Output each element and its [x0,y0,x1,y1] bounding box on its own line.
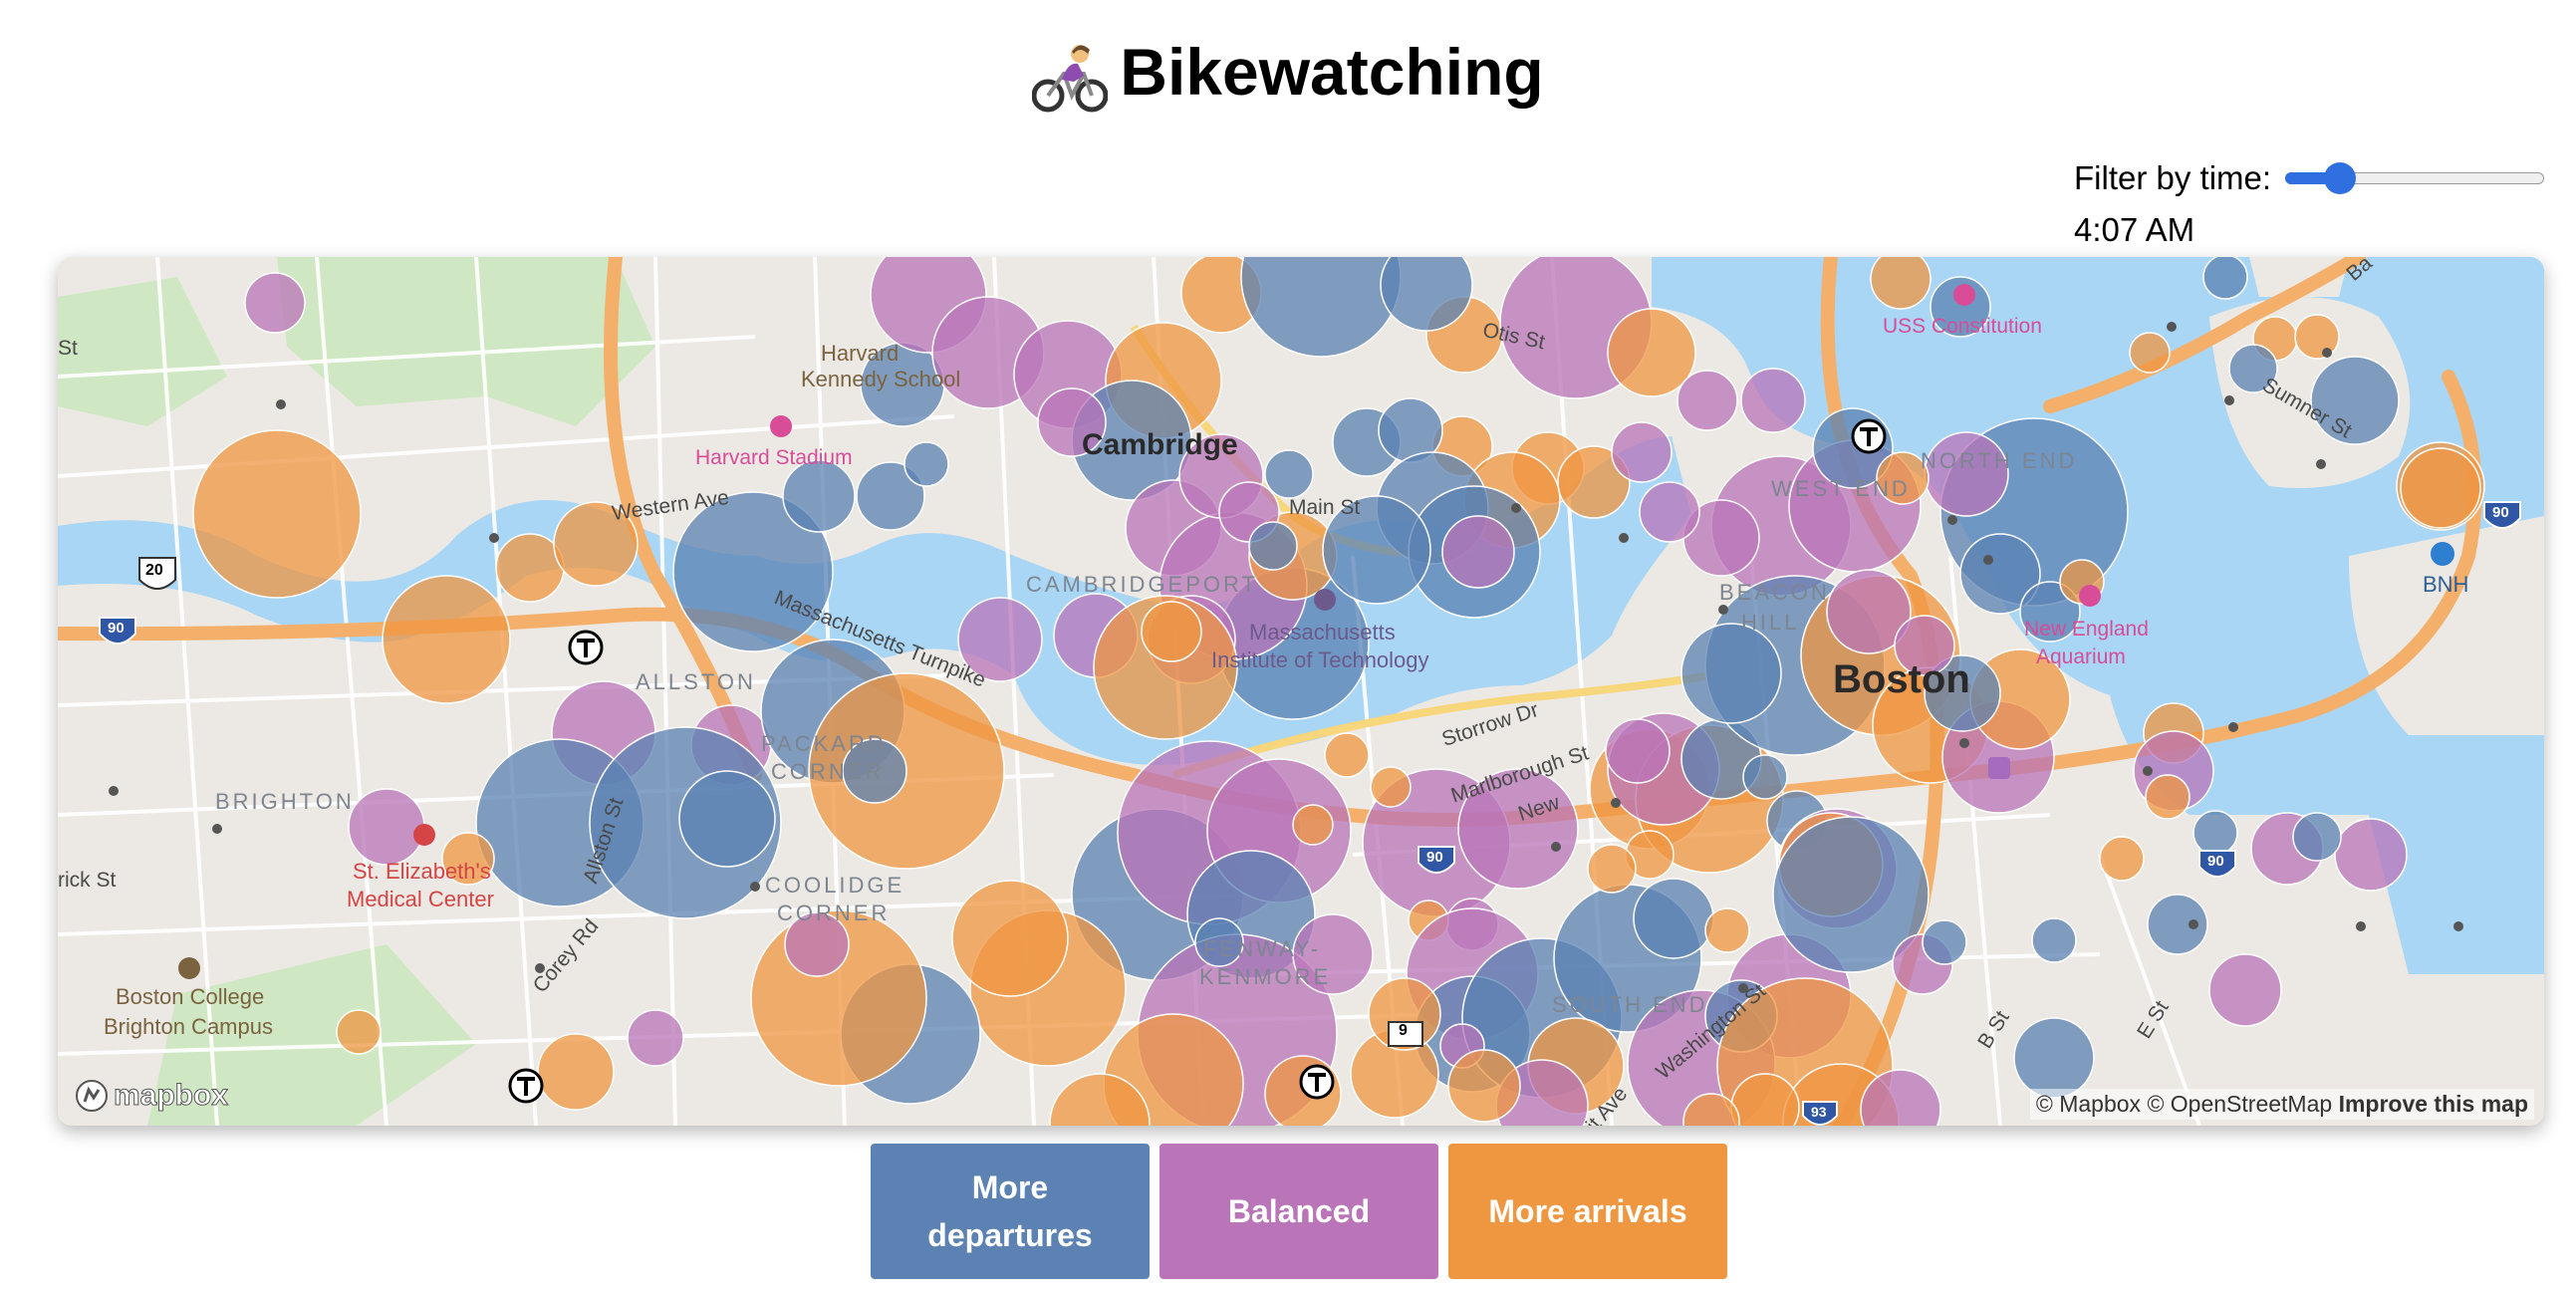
legend: More departures Balanced More arrivals [871,1144,1727,1279]
label-cambridge: Cambridge [1082,428,1238,461]
label-harvard-stadium: Harvard Stadium [695,446,853,469]
mapbox-logo-icon [76,1080,108,1112]
legend-more-departures: More departures [871,1144,1150,1279]
label-brighton: BRIGHTON [215,789,355,814]
attribution-mapbox-link[interactable]: © Mapbox [2036,1091,2141,1117]
basemap[interactable] [58,257,2544,1126]
label-kennedy-school: Kennedy School [801,367,961,391]
hwy-90-label-b: 90 [1426,849,1443,866]
hwy-93-label: 93 [1811,1104,1827,1120]
hwy-90-label-c: 90 [2207,853,2224,870]
label-cambridgeport: CAMBRIDGEPORT [1026,572,1258,597]
filter-label: Filter by time: [2074,159,2272,196]
label-boston: Boston [1833,657,1970,701]
label-main-st: Main St [1289,496,1361,519]
woman-biking-icon [1032,44,1109,113]
page-title: Bikewatching [0,22,2576,122]
mapbox-logo-text: mapbox [113,1079,229,1113]
time-slider[interactable] [2285,162,2545,194]
label-bc-1: Boston College [116,984,265,1009]
label-west-end: WEST END [1771,476,1911,501]
label-corner: CORNER [771,759,885,784]
label-ne-aquarium-2: Aquarium [2036,646,2126,668]
selected-time: 4:07 AM [2074,211,2195,248]
label-south-end: SOUTH END [1552,992,1708,1017]
label-rick-st: rick St [58,869,117,892]
map-attribution: © Mapbox © OpenStreetMap Improve this ma… [2029,1089,2534,1120]
label-st-elizabeth-2: Medical Center [347,887,494,911]
legend-more-arrivals: More arrivals [1448,1144,1727,1279]
label-kenmore: KENMORE [1199,964,1332,989]
label-allston: ALLSTON [636,669,756,694]
time-filter: Filter by time: 4:07 AM [2074,159,2545,249]
label-st-elizabeth-1: St. Elizabeth's [353,859,491,884]
map[interactable]: ALLSTON BRIGHTON CAMBRIDGEPORT FENWAY- K… [58,257,2544,1126]
mapbox-logo[interactable]: mapbox [74,1078,229,1114]
label-bc-2: Brighton Campus [104,1014,273,1039]
slider-thumb[interactable] [2323,162,2356,194]
label-coolidge-corner: CORNER [777,901,891,925]
label-ne-aquarium-1: New England [2024,618,2149,641]
page-title-text: Bikewatching [1120,35,1544,109]
improve-map-link[interactable]: Improve this map [2339,1091,2528,1117]
label-coolidge: COOLIDGE [765,873,905,898]
legend-balanced: Balanced [1159,1144,1438,1279]
route-9-label: 9 [1399,1022,1408,1039]
label-st-left: St [58,337,78,360]
label-packard: PACKARD [761,731,887,756]
attribution-osm-link[interactable]: © OpenStreetMap [2147,1091,2332,1117]
label-uss-constitution: USS Constitution [1883,315,2042,338]
label-fenway: FENWAY- [1203,936,1321,961]
label-beacon: BEACON [1719,580,1830,605]
hwy-90-label-d: 90 [2492,504,2509,521]
hwy-90-label-a: 90 [108,620,125,637]
label-mit-2: Institute of Technology [1211,647,1429,672]
hwy-20-label: 20 [145,562,163,579]
label-bnh: BNH [2423,572,2469,597]
label-harvard: Harvard [821,341,900,366]
label-hill: HILL [1741,610,1800,635]
label-mit-1: Massachusetts [1249,620,1396,645]
label-north-end: NORTH END [1921,448,2078,473]
